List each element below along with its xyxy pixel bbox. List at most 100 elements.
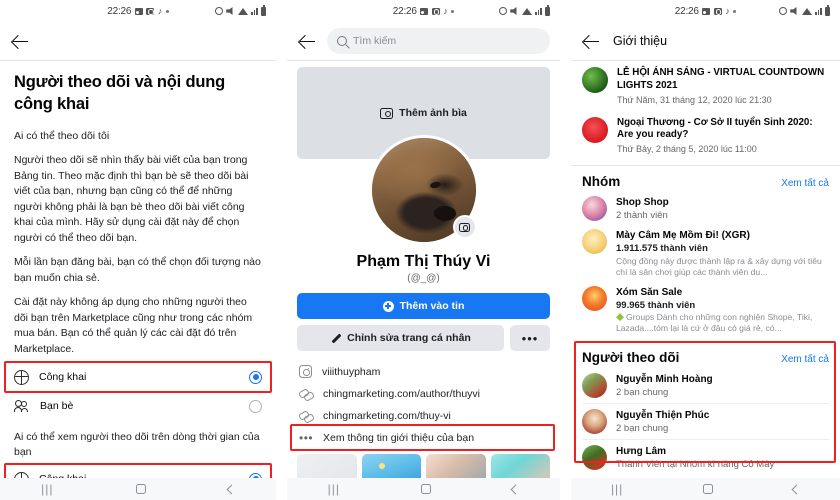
friends-icon [14, 399, 30, 413]
followers-see-all-link[interactable]: Xem tất cả [781, 354, 829, 365]
follower-meta: 2 bạn chung [616, 423, 669, 434]
event-row-2[interactable]: Ngoại Thương - Cơ Sở II tuyển Sinh 2020:… [571, 111, 840, 161]
option-public-1[interactable]: Công khai [0, 363, 276, 391]
signal-icon [251, 7, 258, 15]
groups-see-all-link[interactable]: Xem tất cả [781, 178, 829, 189]
radio-unselected[interactable] [249, 399, 262, 413]
event-meta: Thứ Năm, 31 tháng 12, 2020 lúc 21:30 [617, 94, 772, 105]
tiktok-icon: ♪ [725, 5, 730, 16]
group-row-shop-shop[interactable]: Shop Shop 2 thành viên [571, 192, 840, 225]
follower-avatar [582, 409, 607, 434]
status-bar-right-icons [215, 0, 266, 22]
group-avatar [582, 229, 607, 254]
link-icon [299, 410, 313, 422]
system-nav-bar: ||| [0, 478, 276, 500]
group-row-xom-san-sale[interactable]: Xóm Săn Sale 99.965 thành viên Groups Dà… [571, 282, 840, 339]
paragraph-2: Mỗi lần bạn đăng bài, bạn có thể chọn đố… [14, 256, 261, 284]
recents-button[interactable]: ||| [328, 482, 340, 496]
section-heading-who-can-follow: Ai có thể theo dõi tôi [14, 130, 110, 142]
group-description: Groups Dành cho những con nghiện Shope, … [616, 312, 813, 333]
follower-row-3[interactable]: Hưng Lâm Thành Viên tại Nhóm kĩ năng Cỏ … [571, 440, 840, 475]
follower-meta: Thành Viên tại Nhóm kĩ năng Cỏ Mây [616, 459, 775, 470]
paragraph-1: Người theo dõi sẽ nhìn thấy bài viết của… [14, 154, 249, 244]
system-nav-bar: ||| [571, 478, 840, 500]
info-text: chingmarketing.com/author/thuyvi [323, 388, 480, 400]
back-button[interactable] [791, 484, 802, 494]
event-avatar [582, 116, 608, 143]
follower-meta: 2 bạn chung [616, 387, 669, 398]
ellipsis-icon: ••• [299, 431, 314, 445]
battery-icon [261, 5, 266, 16]
group-description: Cộng đồng này được thành lập ra & xây dự… [616, 255, 822, 277]
groups-section-header: Nhóm Xem tất cả [571, 166, 840, 192]
radio-selected[interactable] [249, 370, 262, 384]
camera-icon [459, 222, 470, 232]
app-bar [0, 22, 276, 60]
profile-info-list: viiithuypham chingmarketing.com/author/t… [287, 360, 560, 451]
group-member-count: 2 thành viên [616, 210, 668, 221]
dot-icon [165, 9, 169, 13]
status-bar: 22:26 ♪ [571, 0, 840, 22]
back-button[interactable] [510, 484, 521, 494]
search-input[interactable]: Tìm kiếm [327, 28, 550, 54]
mute-icon [790, 7, 797, 15]
camera-icon [380, 107, 394, 119]
followers-section-header: Người theo dõi Xem tất cả [571, 342, 840, 368]
back-arrow-icon[interactable] [10, 31, 30, 51]
instagram-icon [299, 365, 312, 378]
event-meta: Thứ Bảy, 2 tháng 5, 2020 lúc 11:00 [617, 144, 757, 154]
add-cover-photo-label: Thêm ảnh bìa [399, 107, 467, 119]
status-bar: 22:26 ♪ [287, 0, 560, 22]
option-friends-1[interactable]: Bạn bè [0, 392, 276, 420]
option-label: Bạn bè [40, 400, 74, 412]
add-to-story-button[interactable]: Thêm vào tin [297, 293, 550, 319]
system-nav-bar: ||| [287, 478, 560, 500]
follower-avatar [582, 445, 607, 470]
app-bar-divider [0, 60, 276, 61]
back-arrow-icon[interactable] [581, 31, 601, 51]
home-button[interactable] [703, 484, 714, 494]
alarm-icon [499, 7, 508, 15]
more-options-button[interactable]: ••• [510, 325, 550, 351]
follower-avatar [582, 373, 607, 398]
add-to-story-label: Thêm vào tin [399, 300, 465, 312]
add-cover-photo-button[interactable]: Thêm ảnh bìa [380, 107, 467, 119]
status-bar-clock: 22:26 [392, 5, 417, 17]
follower-row-2[interactable]: Nguyễn Thiện Phúc 2 bạn chung [571, 404, 840, 439]
follower-row-1[interactable]: Nguyễn Minh Hoàng 2 bạn chung [571, 368, 840, 403]
groups-section-title: Nhóm [582, 174, 621, 189]
back-arrow-icon[interactable] [297, 31, 317, 51]
edit-avatar-button[interactable] [452, 215, 477, 239]
group-member-count: 1.911.575 thành viên [616, 243, 708, 254]
leaf-icon [616, 313, 624, 321]
settings-content: Người theo dõi và nội dung công khai Ai … [0, 71, 276, 357]
camera-icon [431, 7, 440, 15]
back-button[interactable] [226, 484, 237, 494]
event-title: LỄ HỘI ÁNH SÁNG - VIRTUAL COUNTDOWN LIGH… [617, 67, 825, 91]
event-avatar [582, 67, 608, 93]
battery-icon [545, 5, 550, 16]
recents-button[interactable]: ||| [611, 482, 623, 496]
info-text: Xem thông tin giới thiệu của bạn [323, 432, 475, 444]
info-row-link-1[interactable]: chingmarketing.com/author/thuyvi [287, 383, 560, 405]
paragraph-3: Cài đặt này không áp dụng cho những ngườ… [14, 296, 253, 355]
screenshot-board: 22:26 ♪ Người theo dõi và nội dung công … [0, 0, 840, 500]
info-row-instagram[interactable]: viiithuypham [287, 360, 560, 383]
recents-button[interactable]: ||| [41, 482, 53, 496]
info-row-see-about[interactable]: ••• Xem thông tin giới thiệu của bạn [287, 424, 560, 451]
info-row-link-2[interactable]: chingmarketing.com/thuy-vi [287, 405, 560, 427]
mute-icon [510, 7, 517, 15]
event-row-1[interactable]: LỄ HỘI ÁNH SÁNG - VIRTUAL COUNTDOWN LIGH… [571, 61, 840, 111]
edit-profile-button[interactable]: Chỉnh sửa trang cá nhân [297, 325, 504, 351]
gallery-icon [134, 7, 143, 15]
home-button[interactable] [135, 484, 146, 494]
search-placeholder: Tìm kiếm [353, 35, 397, 47]
home-button[interactable] [421, 484, 432, 494]
group-row-may-cam-me[interactable]: Mày Câm Mẹ Mồm Đi! (XGR) 1.911.575 thành… [571, 225, 840, 282]
follower-name: Nguyễn Minh Hoàng [616, 374, 713, 385]
pencil-icon [330, 333, 341, 344]
globe-icon [14, 369, 29, 385]
section-heading-who-can-see-followers: Ai có thể xem người theo dõi trên dòng t… [14, 431, 260, 458]
profile-handle: (@_@) [407, 273, 440, 284]
wifi-icon [802, 7, 813, 15]
